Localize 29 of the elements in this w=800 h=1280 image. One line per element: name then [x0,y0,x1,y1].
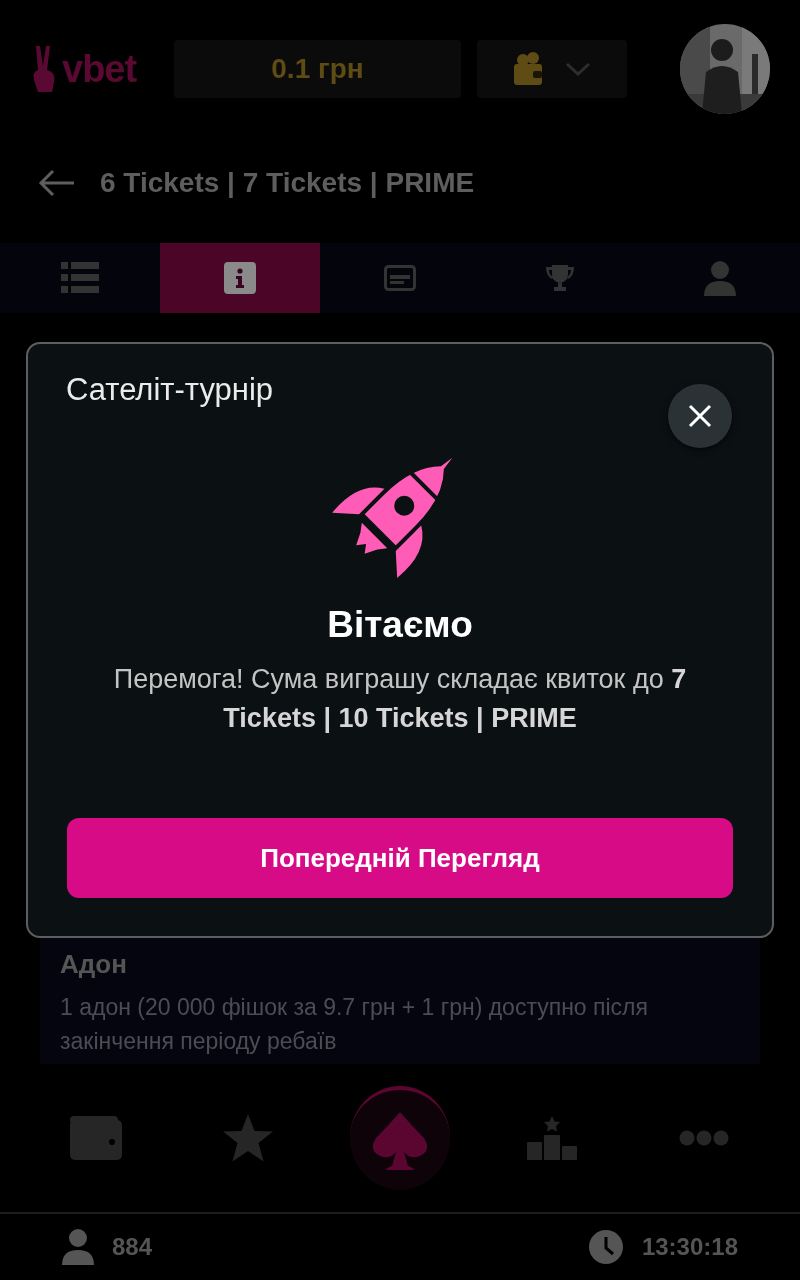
more-icon [679,1130,729,1146]
addon-title: Адон [60,949,128,980]
close-icon [688,404,712,428]
wallet-dropdown[interactable] [477,40,627,98]
trophy-icon [545,264,575,292]
preview-button[interactable]: Попередній Перегляд [67,818,733,898]
dialog-heading: Вітаємо [327,604,473,646]
user-icon [704,260,736,296]
player-count: 884 [112,1233,153,1261]
card-icon [384,265,416,291]
back-arrow-icon[interactable] [38,168,76,198]
list-icon [61,262,99,294]
page-title: 6 Tickets | 7 Tickets | PRIME [100,167,475,199]
tab[interactable] [160,243,320,313]
time-display: 13:30:18 [641,1233,738,1261]
info-icon [224,262,256,294]
logo-text[interactable]: vbet [62,47,137,91]
dialog-message: Перемога! Сума виграшу складає квиток до 7 Tickets | 10 Tickets | PRIME [112,663,688,735]
addon-description: 1 адон (20 000 фішок за 9.7 грн + 1 грн) доступно після закінчення періоду ребаїв [60,993,649,1056]
clock-icon [587,1229,624,1265]
balance-display[interactable]: 0.1 грн [174,40,461,98]
wallet-icon [513,52,543,86]
spade-icon [370,1110,430,1170]
podium-icon [527,1116,577,1160]
star-icon [222,1113,274,1163]
dialog-title: Сателіт-турнір [66,372,274,408]
wallet-icon [70,1116,122,1160]
chevron-down-icon [565,62,591,76]
user-icon [62,1229,94,1265]
